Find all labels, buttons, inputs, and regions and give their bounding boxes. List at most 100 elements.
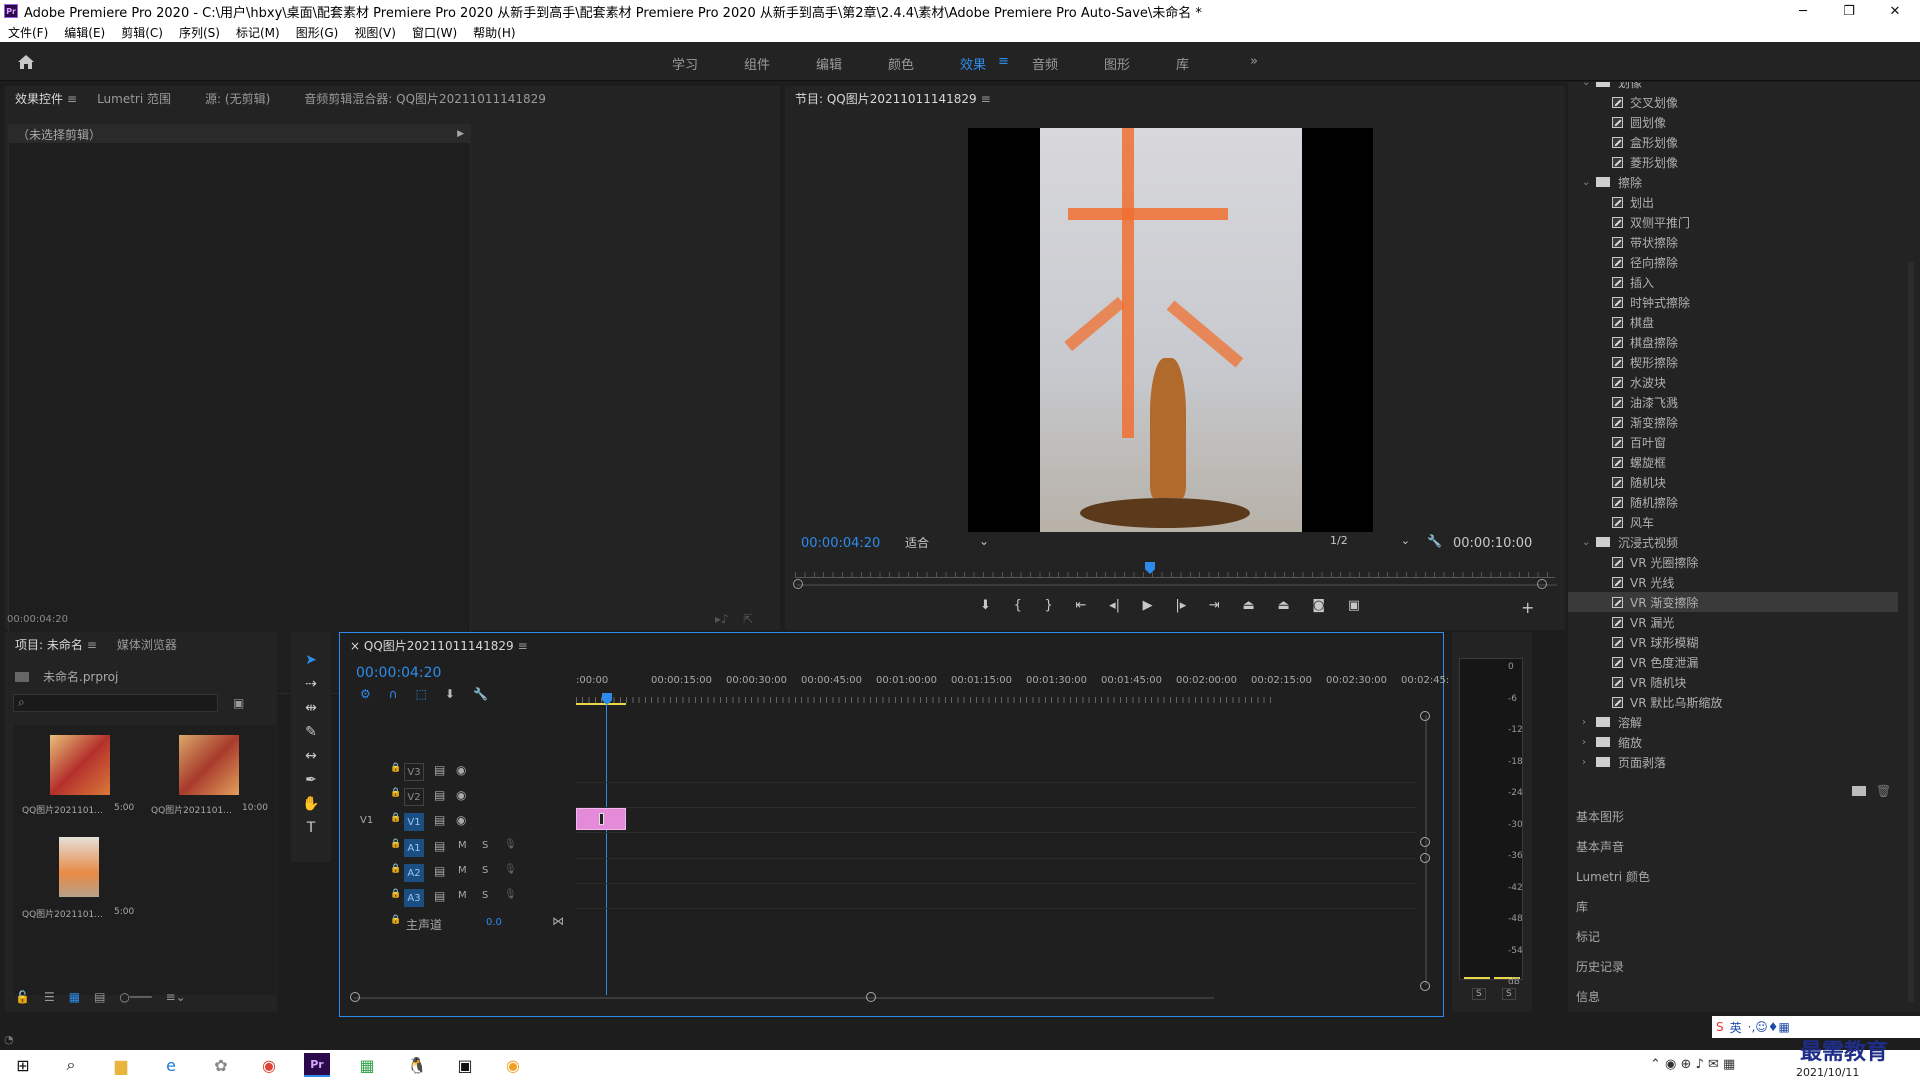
lock-icon[interactable]: 🔒: [390, 889, 401, 899]
go-to-end-icon[interactable]: ⋈: [552, 914, 564, 928]
lock-icon[interactable]: 🔒: [390, 915, 401, 925]
go-to-in-icon[interactable]: ⇤: [1075, 598, 1086, 618]
sync-icon[interactable]: ▤: [434, 813, 445, 827]
chevron-right-icon[interactable]: ›: [1582, 737, 1596, 748]
track-select-tool-icon[interactable]: ⇢: [305, 676, 317, 692]
go-to-out-icon[interactable]: ⇥: [1209, 598, 1220, 618]
tab-program[interactable]: 节目: QQ图片20211011141829 ≡: [785, 90, 1001, 107]
workspace-tab-learn[interactable]: 学习: [672, 54, 698, 73]
effect-item[interactable]: 渐变擦除: [1612, 412, 1678, 432]
workspace-tab-color[interactable]: 颜色: [888, 54, 914, 73]
play-icon[interactable]: ▶: [1143, 598, 1153, 618]
menu-graphics[interactable]: 图形(G): [288, 24, 347, 41]
timeline-vscroll[interactable]: [1425, 715, 1427, 985]
tray-icons[interactable]: ⌃ ◉ ⊕ ♪ ✉ ▦: [1650, 1057, 1735, 1072]
track-badge[interactable]: V2: [404, 788, 424, 806]
sync-icon[interactable]: ▤: [434, 839, 445, 853]
camera-icon[interactable]: ◙: [1312, 598, 1325, 618]
track-lane[interactable]: [576, 807, 1416, 808]
lift-icon[interactable]: ⏏: [1242, 598, 1254, 618]
effect-item[interactable]: 螺旋框: [1612, 452, 1666, 472]
effect-item[interactable]: 油漆飞溅: [1612, 392, 1678, 412]
step-back-icon[interactable]: ◂|: [1109, 598, 1120, 618]
workspace-tab-audio[interactable]: 音频: [1032, 54, 1058, 73]
workspace-tab-libraries[interactable]: 库: [1176, 54, 1189, 73]
extract-icon[interactable]: ⏏: [1277, 598, 1289, 618]
vscroll-handle[interactable]: [1420, 853, 1430, 863]
clip-thumbnail[interactable]: [179, 735, 239, 795]
lock-icon[interactable]: 🔒: [390, 788, 401, 798]
slip-tool-icon[interactable]: ↔: [305, 748, 317, 764]
effect-item[interactable]: VR 光线: [1612, 572, 1674, 592]
lock-icon[interactable]: 🔒: [390, 763, 401, 773]
effect-item[interactable]: 随机块: [1612, 472, 1666, 492]
effect-item[interactable]: VR 色度泄漏: [1612, 652, 1698, 672]
effect-folder[interactable]: › 溶解: [1582, 712, 1642, 732]
chrome-icon[interactable]: ◉: [256, 1053, 282, 1077]
nest-icon[interactable]: ⚙: [360, 687, 371, 703]
tab-effect-controls[interactable]: 效果控件 ≡: [5, 90, 87, 107]
qq-icon[interactable]: 🐧: [404, 1053, 430, 1077]
effect-item[interactable]: 盒形划像: [1612, 132, 1678, 152]
sync-icon[interactable]: ▤: [434, 788, 445, 802]
windows-start-icon[interactable]: ⊞: [10, 1053, 36, 1077]
vscroll-handle[interactable]: [1420, 981, 1430, 991]
close-icon[interactable]: ×: [350, 639, 364, 653]
mark-out-icon[interactable]: }: [1045, 598, 1053, 618]
chevron-right-icon[interactable]: ›: [1582, 717, 1596, 728]
effect-item[interactable]: VR 默比乌斯缩放: [1612, 692, 1722, 712]
workspace-menu-icon[interactable]: ≡: [998, 54, 1009, 69]
clip-thumbnail[interactable]: [50, 735, 110, 795]
video-clip[interactable]: [576, 808, 626, 830]
icon-view-icon[interactable]: ▦: [69, 990, 80, 1006]
eye-icon[interactable]: ◉: [456, 813, 466, 827]
delete-icon[interactable]: 🗑: [1876, 784, 1891, 798]
store-icon[interactable]: ▦: [354, 1053, 380, 1077]
maximize-button[interactable]: ❐: [1826, 0, 1872, 22]
mark-in-icon[interactable]: {: [1014, 598, 1022, 618]
expand-arrow-icon[interactable]: ▶: [457, 129, 464, 139]
effect-item[interactable]: 双侧平推门: [1612, 212, 1690, 232]
effect-item[interactable]: 棋盘擦除: [1612, 332, 1678, 352]
chevron-down-icon[interactable]: ⌄: [1582, 82, 1596, 88]
panel-menu-icon[interactable]: ≡: [67, 92, 77, 106]
filter-icon[interactable]: ▸♪: [715, 612, 729, 626]
effect-item[interactable]: 棋盘: [1612, 312, 1654, 332]
add-marker-icon[interactable]: ⬇: [445, 687, 455, 703]
mic-icon[interactable]: 🎙: [504, 864, 517, 875]
menu-clip[interactable]: 剪辑(C): [113, 24, 171, 41]
panel-markers[interactable]: 标记: [1576, 928, 1600, 945]
effect-item[interactable]: 时钟式擦除: [1612, 292, 1690, 312]
effect-item[interactable]: 圆划像: [1612, 112, 1666, 132]
scroll-handle-left[interactable]: [793, 579, 803, 589]
sequence-menu-icon[interactable]: ≡: [518, 639, 528, 653]
tree-scrollbar[interactable]: [1908, 262, 1914, 1002]
workspace-tab-editing[interactable]: 编辑: [816, 54, 842, 73]
lock-icon[interactable]: 🔓: [15, 990, 30, 1006]
list-view-icon[interactable]: ☰: [44, 990, 55, 1006]
effect-item[interactable]: VR 光圈擦除: [1612, 552, 1698, 572]
workspace-tab-graphics[interactable]: 图形: [1104, 54, 1130, 73]
panel-info[interactable]: 信息: [1576, 988, 1600, 1005]
new-bin-icon[interactable]: [1852, 786, 1866, 796]
track-badge[interactable]: A3: [404, 889, 424, 907]
zoom-slider[interactable]: ○───: [119, 990, 151, 1006]
tab-source[interactable]: 源: (无剪辑): [195, 90, 280, 107]
track-badge[interactable]: A2: [404, 864, 424, 882]
mute-button[interactable]: M: [458, 890, 467, 901]
ripple-edit-tool-icon[interactable]: ⇹: [305, 700, 317, 716]
track-lane[interactable]: [576, 908, 1416, 909]
track-badge[interactable]: V3: [404, 763, 424, 781]
track-lane[interactable]: [576, 782, 1416, 783]
effect-item[interactable]: VR 渐变擦除: [1568, 592, 1898, 612]
sync-icon[interactable]: ▤: [434, 763, 445, 777]
workspace-tab-effects[interactable]: 效果: [960, 54, 986, 73]
add-button-icon[interactable]: +: [1521, 598, 1534, 617]
chevron-down-icon[interactable]: ⌄: [1582, 177, 1596, 188]
tab-sequence[interactable]: × QQ图片20211011141829 ≡: [340, 637, 538, 654]
resolution-select[interactable]: 1/2 ⌄: [1330, 534, 1410, 552]
lock-icon[interactable]: 🔒: [390, 839, 401, 849]
solo-left-button[interactable]: S: [1472, 988, 1486, 1000]
effect-folder[interactable]: ⌄ 擦除: [1582, 172, 1642, 192]
pen-tool-icon[interactable]: ✒: [305, 772, 317, 788]
